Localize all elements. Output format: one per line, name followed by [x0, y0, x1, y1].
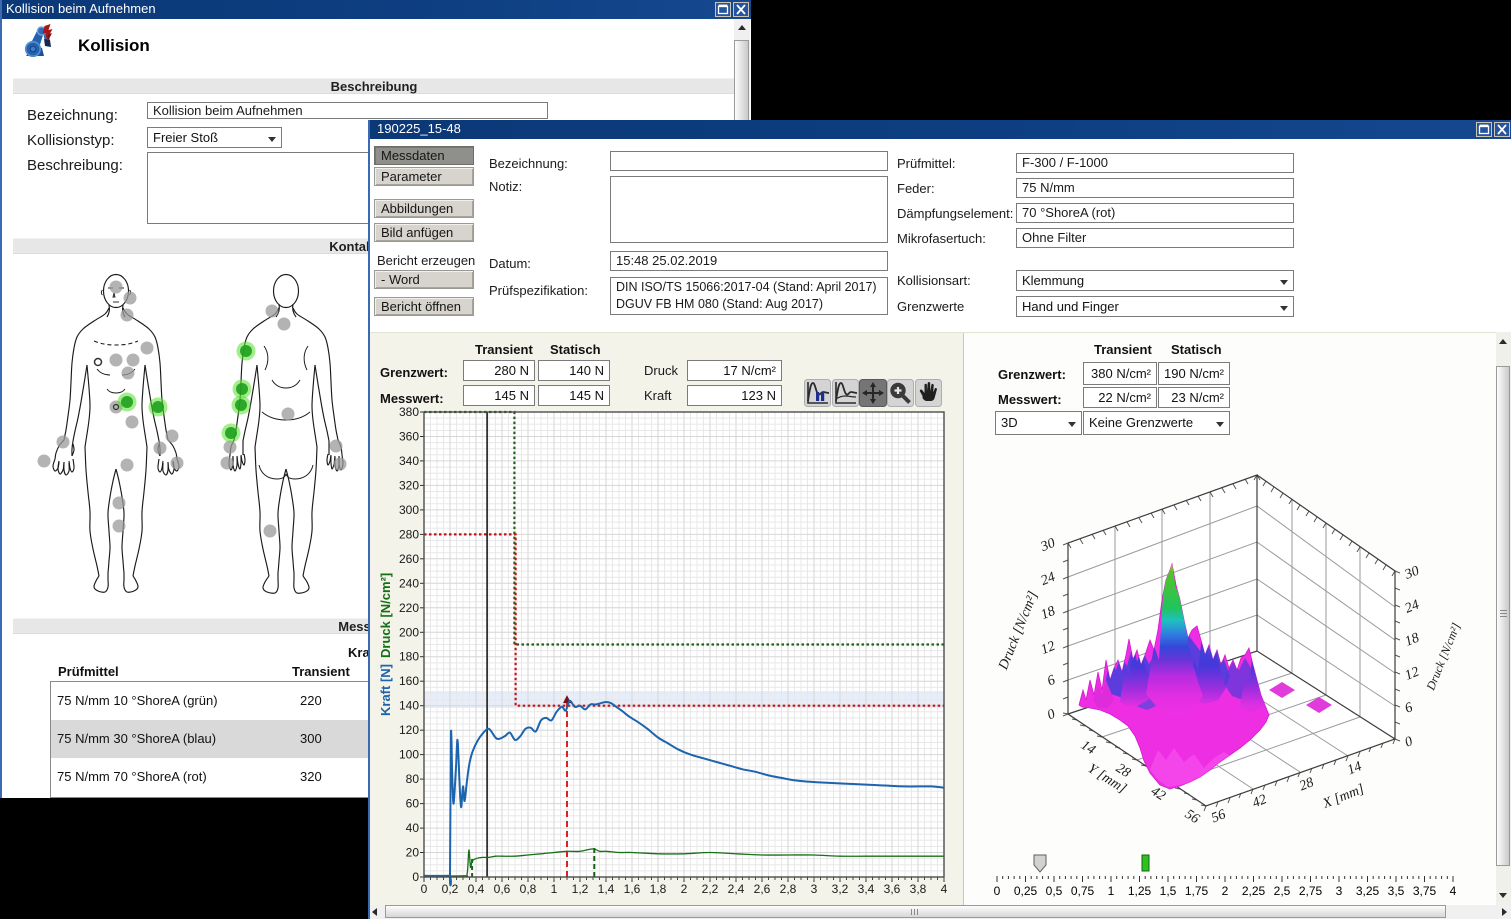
svg-text:1,25: 1,25	[1128, 884, 1152, 898]
svg-text:2,25: 2,25	[1242, 884, 1266, 898]
svg-text:0,5: 0,5	[1046, 884, 1063, 898]
svg-text:0,75: 0,75	[1071, 884, 1095, 898]
svg-text:0,25: 0,25	[1014, 884, 1038, 898]
svg-text:0: 0	[994, 884, 1001, 898]
svg-text:1,75: 1,75	[1185, 884, 1209, 898]
svg-text:2,5: 2,5	[1274, 884, 1291, 898]
svg-text:3,25: 3,25	[1356, 884, 1380, 898]
svg-text:3,75: 3,75	[1413, 884, 1437, 898]
svg-text:1,5: 1,5	[1160, 884, 1177, 898]
svg-text:1: 1	[1108, 884, 1115, 898]
svg-text:4: 4	[1450, 884, 1457, 898]
svg-text:2: 2	[1222, 884, 1229, 898]
svg-text:3,5: 3,5	[1388, 884, 1405, 898]
svg-text:3: 3	[1336, 884, 1343, 898]
svg-text:2,75: 2,75	[1299, 884, 1323, 898]
